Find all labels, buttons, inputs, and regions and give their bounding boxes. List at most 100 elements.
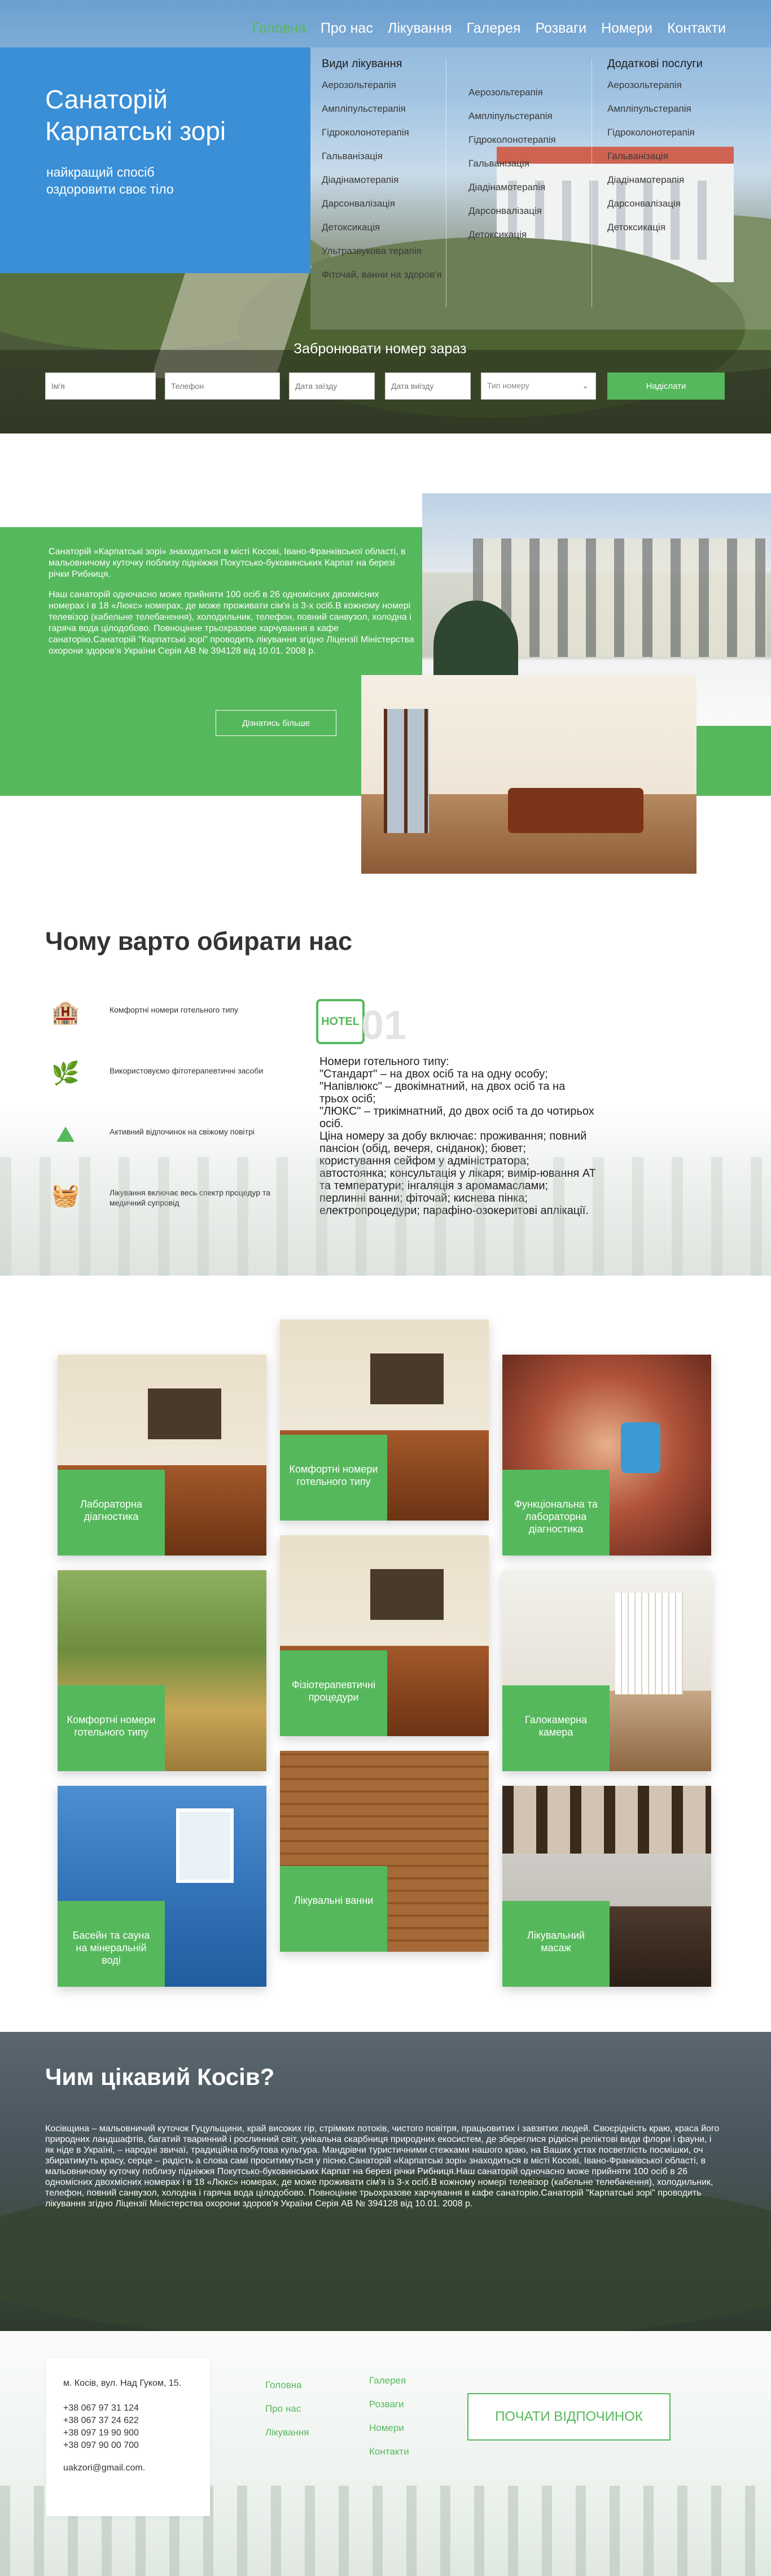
menu-item[interactable]: Гальванізація [607, 151, 748, 162]
menu-item[interactable]: Гальванізація [322, 151, 463, 162]
nav-entertainment[interactable]: Розваги [535, 20, 586, 37]
gallery-caption: Лабораторна діагностика [58, 1470, 165, 1556]
booking-title: Забронювати номер зараз [293, 341, 467, 357]
menu-item[interactable]: Діадінамотерапія [468, 182, 610, 193]
menu-column-treatments: Види лікування Аерозольтерапія Ампліпульс… [322, 58, 463, 293]
section-title: Чому варто обирати нас [45, 927, 353, 956]
room-type-value: Тип номеру [487, 381, 529, 390]
nav-contacts[interactable]: Контакти [667, 20, 726, 37]
main-nav: Головна Про нас Лікування Галерея Розваг… [0, 0, 771, 47]
menu-item[interactable]: Фіточай, ванни на здоров'я [322, 269, 463, 281]
room-interior-photo [361, 675, 696, 874]
section-title: Чим цікавий Косів? [45, 2064, 275, 2090]
gallery-tile[interactable]: Лікувальні ванни [280, 1751, 489, 1952]
menu-item[interactable]: Ампліпульстерапія [607, 103, 748, 115]
gallery-caption: Галокамерна камера [502, 1685, 610, 1771]
menu-item[interactable]: Детоксикація [468, 229, 610, 240]
phone-number[interactable]: +38 067 37 24 622 [63, 2415, 193, 2427]
gallery-tile[interactable]: Басейн та сауна на мінеральній воді [58, 1786, 266, 1987]
gallery-tile[interactable]: Функціональна та лабораторна діагностика [502, 1355, 711, 1556]
footer-link-contacts[interactable]: Контакти [369, 2446, 409, 2457]
treatment-mega-menu: Види лікування Аерозольтерапія Ампліпульс… [310, 47, 771, 330]
hotel-icon: 🏨 [51, 1000, 80, 1025]
gallery-tile[interactable]: Фізіотерапевтичні процедури [280, 1535, 489, 1736]
about-text: Санаторій «Карпатські зорі» знаходиться … [49, 546, 415, 657]
feature-label: Комфортні номери готельного типу [109, 1005, 239, 1014]
phone-input[interactable] [165, 373, 280, 400]
footer-link-about[interactable]: Про нас [265, 2403, 309, 2415]
gallery-tile[interactable]: Лікувальний масаж [502, 1786, 711, 1987]
nav-about[interactable]: Про нас [321, 20, 373, 37]
feature-number: 01 [361, 1003, 407, 1048]
gallery-caption: Функціональна та лабораторна діагностика [502, 1470, 610, 1556]
footer-link-treatment[interactable]: Лікування [265, 2427, 309, 2438]
phone-number[interactable]: +38 067 97 31 124 [63, 2402, 193, 2415]
menu-item[interactable]: Діадінамотерапія [607, 174, 748, 186]
why-choose-us-section: Чому варто обирати нас 🏨 Комфортні номер… [0, 892, 771, 1276]
gallery-caption: Лікувальний масаж [502, 1901, 610, 1987]
menu-item[interactable]: Гідроколонотерапія [322, 127, 463, 138]
gallery-caption: Фізіотерапевтичні процедури [280, 1650, 387, 1736]
menu-item[interactable]: Дарсонвалізація [607, 198, 748, 209]
phone-number[interactable]: +38 097 90 00 700 [63, 2439, 193, 2452]
chevron-down-icon: ⌄ [582, 381, 589, 390]
menu-item[interactable]: Аерозольтерапія [468, 87, 610, 98]
footer-link-home[interactable]: Головна [265, 2380, 309, 2391]
footer-link-rooms[interactable]: Номери [369, 2422, 409, 2434]
checkin-date-input[interactable] [289, 373, 375, 400]
menu-item[interactable]: Дарсонвалізація [468, 205, 610, 217]
gallery-tile[interactable]: Галокамерна камера [502, 1570, 711, 1771]
menu-item[interactable]: Гальванізація [468, 158, 610, 169]
nav-treatment[interactable]: Лікування [388, 20, 452, 37]
address: м. Косів, вул. Над Гуком, 15. [63, 2378, 182, 2388]
checkout-date-input[interactable] [385, 373, 471, 400]
kosiv-text: Косівщина – мальовничий куточок Гуцульщи… [45, 2124, 720, 2209]
menu-item[interactable]: Ампліпульстерапія [322, 103, 463, 115]
menu-item[interactable]: Аерозольтерапія [607, 80, 748, 91]
feature-label: Використовуємо фітотерапевтичні засоби [109, 1066, 264, 1075]
room-type-select[interactable]: Тип номеру ⌄ [481, 373, 596, 400]
start-vacation-button[interactable]: ПОЧАТИ ВІДПОЧИНОК [467, 2393, 671, 2441]
menu-heading-services: Додаткові послуги [607, 58, 703, 70]
decorative-green-block [695, 726, 771, 796]
gallery-tile[interactable]: Комфортні номери готельного типу [280, 1320, 489, 1521]
footer: м. Косів, вул. Над Гуком, 15. +38 067 97… [0, 2331, 771, 2576]
feature-item[interactable]: 🌿 Використовуємо фітотерапевтичні засоби [50, 1058, 287, 1092]
footer-link-entertainment[interactable]: Розваги [369, 2399, 409, 2410]
menu-item[interactable]: Аерозольтерапія [322, 80, 463, 91]
hero-subtitle: найкращий спосіб оздоровити своє тіло [46, 165, 174, 196]
feature-label: Активний відпочинок на свіжому повітрі [109, 1127, 255, 1136]
menu-item[interactable]: Діадінамотерапія [322, 174, 463, 186]
footer-links: Головна Про нас Лікування [265, 2380, 309, 2451]
gallery-section: Лабораторна діагностика Комфортні номери… [0, 1279, 771, 2030]
about-paragraph: Санаторій «Карпатські зорі» знаходиться … [49, 547, 406, 579]
gallery-tile[interactable]: Лабораторна діагностика [58, 1355, 266, 1556]
menu-item[interactable]: Ампліпульстерапія [468, 111, 610, 122]
phone-number[interactable]: +38 097 19 90 900 [63, 2427, 193, 2439]
menu-item[interactable]: Гідроколонотерапія [468, 134, 610, 146]
nav-home[interactable]: Головна [252, 20, 306, 37]
nav-gallery[interactable]: Галерея [467, 20, 521, 37]
hero-title: Санаторій Карпатські зорі [45, 85, 226, 146]
hero-title-panel: Санаторій Карпатські зорі найкращий спосі… [0, 47, 310, 273]
about-paragraph: Наш санаторій одночасно може прийняти 10… [49, 590, 414, 656]
menu-item[interactable]: Дарсонвалізація [322, 198, 463, 209]
forest-background [0, 1157, 771, 1276]
learn-more-button[interactable]: Дізнатись більше [216, 710, 336, 736]
nav-rooms[interactable]: Номери [601, 20, 652, 37]
menu-item[interactable]: Детоксикація [607, 222, 748, 233]
leaf-icon: 🌿 [51, 1061, 80, 1086]
footer-links: Галерея Розваги Номери Контакти [369, 2375, 409, 2470]
menu-item[interactable]: Гідроколонотерапія [607, 127, 748, 138]
email-link[interactable]: uakzori@gmail.com. [63, 2463, 193, 2473]
menu-item[interactable]: Детоксикація [322, 222, 463, 233]
submit-booking-button[interactable]: Надіслати [607, 373, 725, 400]
menu-item[interactable]: Ультразвукова терапія [322, 246, 463, 257]
feature-item[interactable]: 🏨 Комфортні номери готельного типу [50, 997, 287, 1031]
hotel-icon: HOTEL [316, 999, 365, 1044]
footer-link-gallery[interactable]: Галерея [369, 2375, 409, 2386]
feature-item[interactable]: ⛰ Активний відпочинок на свіжому повітрі [50, 1119, 287, 1153]
gallery-tile[interactable]: Комфортні номери готельного типу [58, 1570, 266, 1771]
name-input[interactable] [45, 373, 156, 400]
gallery-caption: Комфортні номери готельного типу [280, 1435, 387, 1521]
